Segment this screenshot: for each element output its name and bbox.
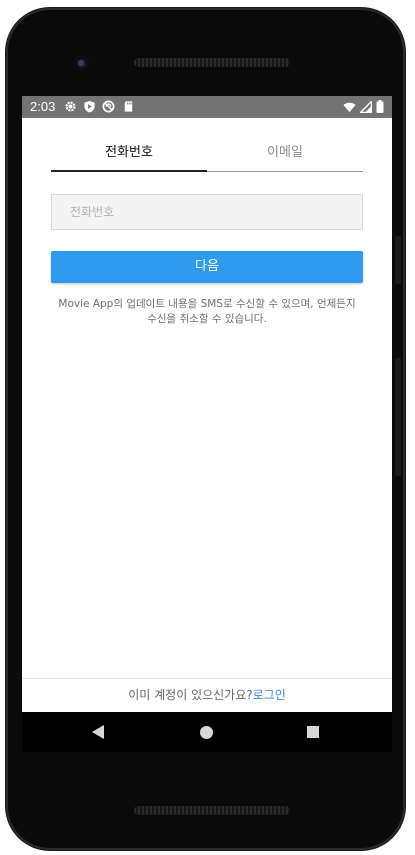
tab-email[interactable]: 이메일 — [207, 142, 363, 172]
footer-divider — [22, 678, 392, 679]
top-speaker — [134, 58, 290, 67]
status-bar: 2:03 — [22, 96, 392, 118]
sms-notice-line-1: Movie App의 업데이트 내용을 SMS로 수신할 수 있으며, 언제든지 — [58, 298, 356, 310]
next-button[interactable]: 다음 — [51, 251, 363, 283]
front-camera — [74, 56, 89, 71]
nosync-icon — [102, 100, 115, 113]
system-nav-bar — [22, 712, 392, 752]
volume-button[interactable] — [395, 358, 401, 476]
signal-icon — [360, 100, 372, 113]
gear-icon — [65, 101, 76, 112]
tab-phone[interactable]: 전화번호 — [51, 142, 207, 172]
app-screen: 2:03 전화번호 이메일 전화번호 다음 Movie App의 업데이트 내용… — [22, 96, 392, 712]
battery-icon — [376, 100, 384, 113]
status-time: 2:03 — [30, 99, 56, 114]
footer: 이미 계정이 있으신가요?로그인 — [22, 686, 392, 703]
shield-play-icon — [84, 100, 95, 113]
power-button[interactable] — [395, 236, 401, 284]
bottom-speaker — [134, 806, 290, 815]
wifi-icon — [343, 102, 356, 112]
login-method-tabs: 전화번호 이메일 — [51, 142, 363, 172]
login-link[interactable]: 로그인 — [253, 688, 286, 702]
sdcard-icon — [124, 101, 133, 112]
recents-icon[interactable] — [307, 726, 319, 738]
account-question: 이미 계정이 있으신가요? — [128, 688, 253, 702]
status-right-icons — [343, 100, 384, 113]
phone-number-input[interactable] — [51, 194, 363, 230]
active-tab-indicator — [51, 170, 207, 172]
back-icon[interactable] — [92, 725, 104, 739]
sms-notice-line-2: 수신을 취소할 수 있습니다. — [147, 313, 267, 325]
sms-notice: Movie App의 업데이트 내용을 SMS로 수신할 수 있으며, 언제든지… — [51, 297, 363, 327]
home-icon[interactable] — [200, 726, 213, 739]
